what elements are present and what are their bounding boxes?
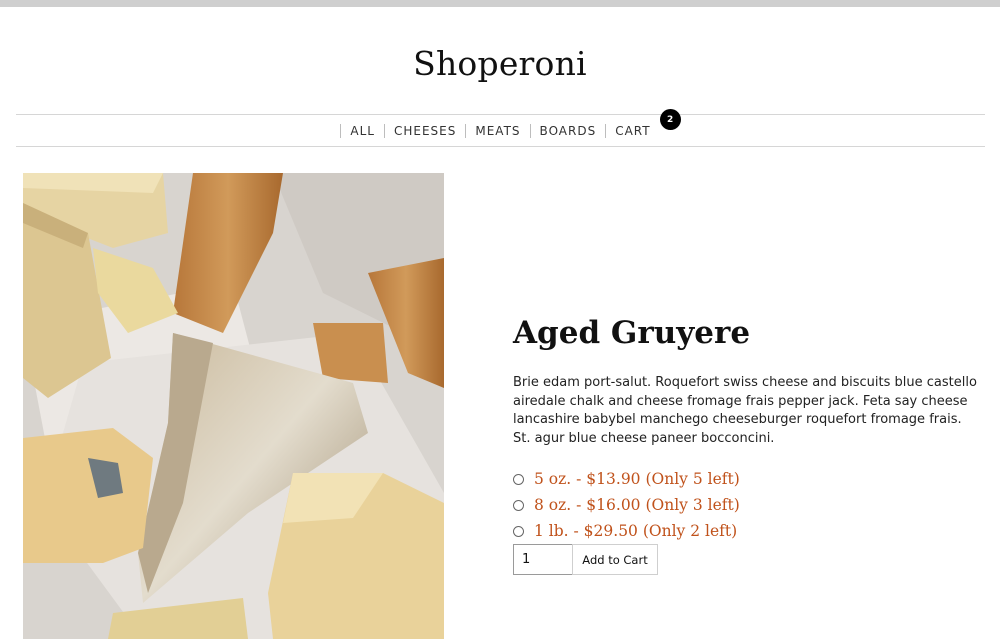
nav-item-cart[interactable]: CART 2 <box>606 109 681 140</box>
product-description: Brie edam port-salut. Roquefort swiss ch… <box>513 375 977 446</box>
nav-item-all[interactable]: ALL <box>341 122 384 140</box>
product-photo <box>23 173 444 639</box>
site-brand[interactable]: Shoperoni <box>0 44 1000 83</box>
cheese-board-photo-icon <box>23 173 444 639</box>
radio-button[interactable] <box>513 473 524 485</box>
product-title: Aged Gruyere <box>513 315 751 351</box>
radio-button[interactable] <box>513 525 524 537</box>
nav-divider-bottom <box>16 146 985 147</box>
size-option-1lb[interactable]: 1 lb. - $29.50 (Only 2 left) <box>513 518 740 544</box>
size-option-label: 5 oz. - $13.90 (Only 5 left) <box>534 470 740 488</box>
window-top-bar <box>0 0 1000 7</box>
nav-item-cheeses[interactable]: CHEESES <box>385 122 465 140</box>
size-options: 5 oz. - $13.90 (Only 5 left) 8 oz. - $16… <box>513 466 740 544</box>
cart-count-badge: 2 <box>659 109 681 130</box>
add-to-cart-button[interactable]: Add to Cart <box>572 544 658 575</box>
size-option-label: 1 lb. - $29.50 (Only 2 left) <box>534 522 738 540</box>
main-nav: ALL CHEESES MEATS BOARDS CART 2 <box>0 109 1000 140</box>
nav-item-meats[interactable]: MEATS <box>466 122 529 140</box>
nav-item-cart-label: CART <box>615 124 651 138</box>
quantity-input[interactable] <box>513 544 573 575</box>
radio-button[interactable] <box>513 499 524 511</box>
size-option-5oz[interactable]: 5 oz. - $13.90 (Only 5 left) <box>513 466 740 492</box>
size-option-label: 8 oz. - $16.00 (Only 3 left) <box>534 496 740 514</box>
nav-item-boards[interactable]: BOARDS <box>531 122 606 140</box>
size-option-8oz[interactable]: 8 oz. - $16.00 (Only 3 left) <box>513 492 740 518</box>
nav-divider-top <box>16 114 985 115</box>
